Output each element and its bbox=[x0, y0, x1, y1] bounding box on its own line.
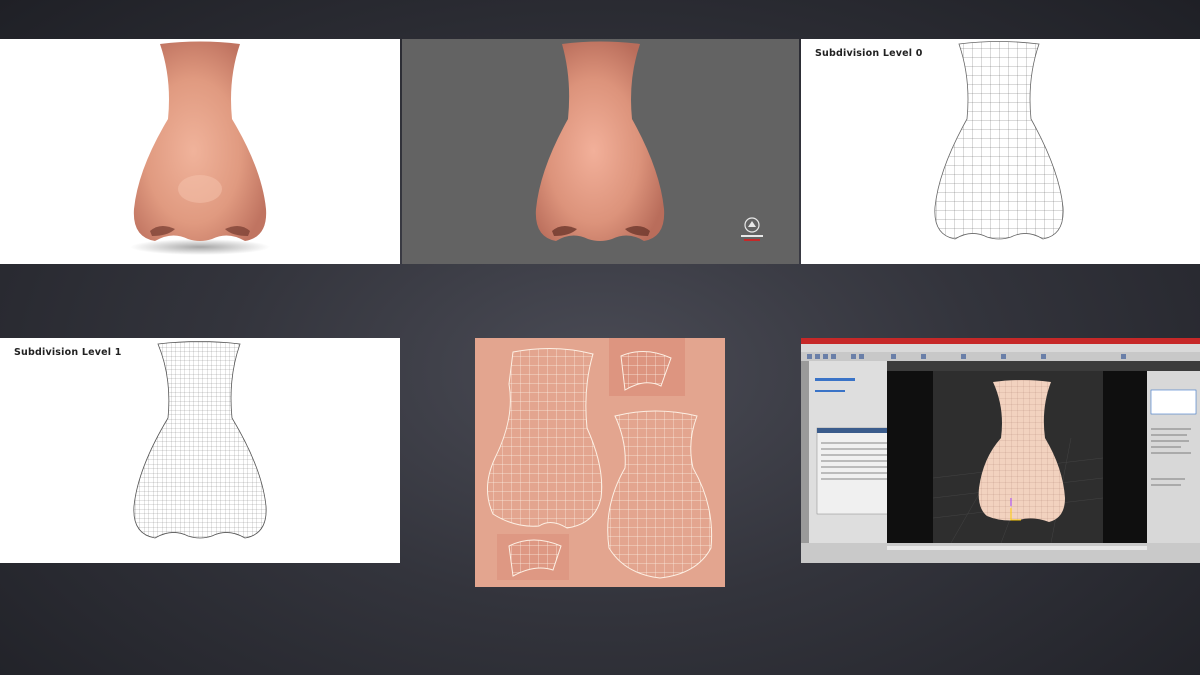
software-window bbox=[801, 338, 1200, 563]
uv-layout bbox=[487, 338, 713, 580]
nose-render-white bbox=[130, 41, 270, 255]
viewport-side bbox=[887, 371, 933, 543]
left-tool-strip bbox=[801, 361, 809, 543]
nose-wireframe-level-0 bbox=[934, 41, 1064, 240]
software-screenshot-panel bbox=[801, 338, 1200, 563]
app-titlebar bbox=[801, 338, 1200, 344]
nose-wireframe-level-1 bbox=[133, 341, 267, 539]
render-panel-gray bbox=[402, 39, 799, 264]
uv-texture-map-panel bbox=[475, 338, 725, 587]
nose-render-gray bbox=[535, 41, 763, 241]
watermark-logo-icon bbox=[741, 217, 763, 241]
menu-bar bbox=[801, 344, 1200, 352]
wireframe-panel-level-1: Subdivision Level 1 bbox=[0, 338, 400, 563]
wireframe-panel-level-0: Subdivision Level 0 bbox=[801, 39, 1200, 264]
render-panel-white bbox=[0, 39, 400, 264]
